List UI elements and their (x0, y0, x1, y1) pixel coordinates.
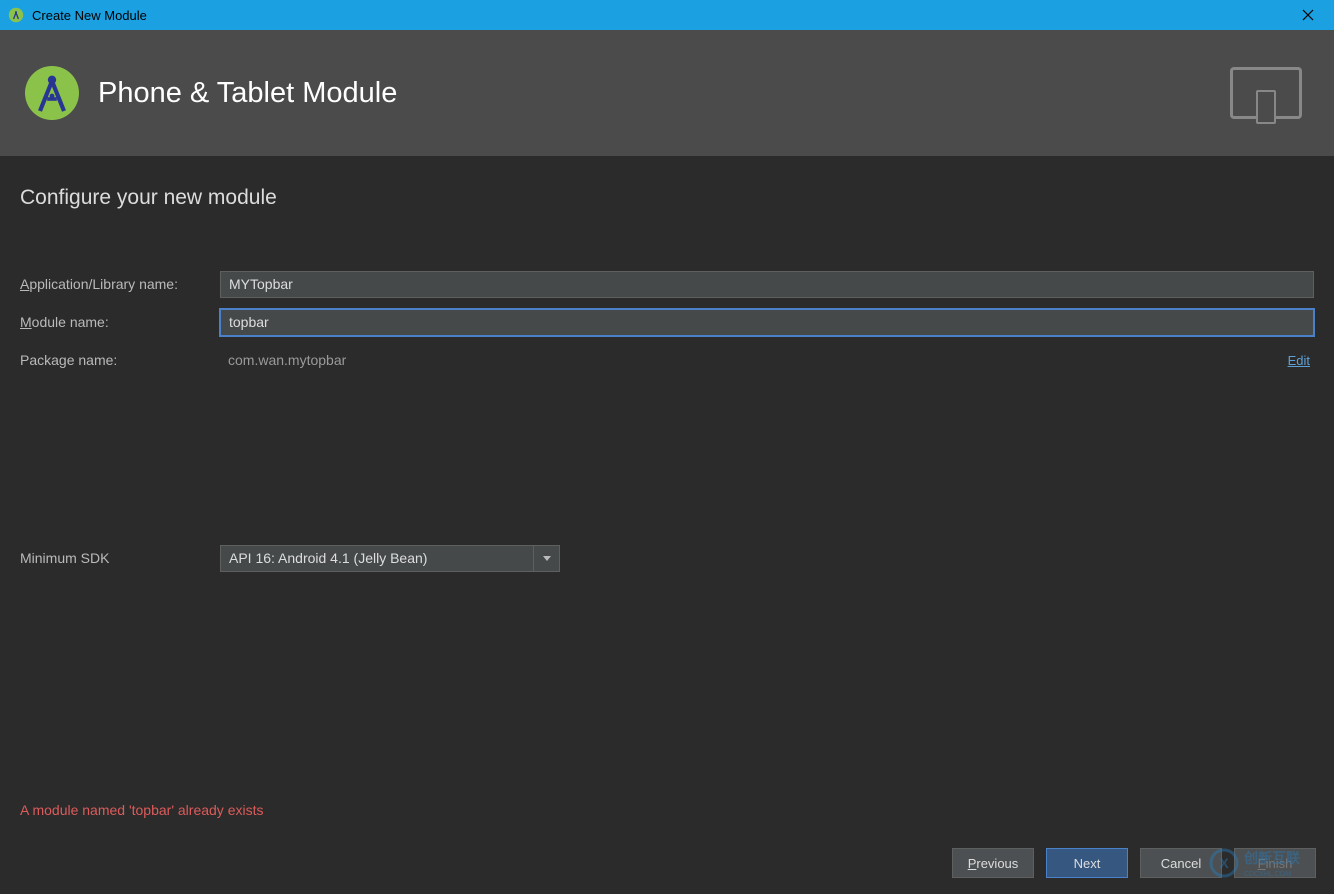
application-name-label: Application/Library name: (20, 276, 220, 292)
wizard-header: Phone & Tablet Module (0, 30, 1334, 156)
module-name-input[interactable] (220, 309, 1314, 336)
package-edit-link[interactable]: Edit (1288, 353, 1314, 368)
error-message: A module named 'topbar' already exists (20, 802, 263, 818)
close-icon (1302, 9, 1314, 21)
package-name-label: Package name: (20, 352, 220, 368)
minimum-sdk-value: API 16: Android 4.1 (Jelly Bean) (220, 545, 534, 572)
window-title: Create New Module (32, 8, 1290, 23)
window-titlebar: Create New Module (0, 0, 1334, 30)
module-name-label: Module name: (20, 314, 220, 330)
package-name-row: Package name: com.wan.mytopbar Edit (20, 344, 1314, 376)
application-name-row: Application/Library name: (20, 268, 1314, 300)
wizard-footer: Previous Next Cancel Finish (952, 848, 1316, 878)
previous-button[interactable]: Previous (952, 848, 1034, 878)
package-name-value: com.wan.mytopbar (220, 352, 1288, 368)
minimum-sdk-row: Minimum SDK API 16: Android 4.1 (Jelly B… (20, 542, 1314, 574)
tablet-phone-icon (1230, 67, 1302, 119)
cancel-button[interactable]: Cancel (1140, 848, 1222, 878)
finish-button: Finish (1234, 848, 1316, 878)
next-button[interactable]: Next (1046, 848, 1128, 878)
android-studio-icon (22, 63, 82, 123)
minimum-sdk-label: Minimum SDK (20, 550, 220, 566)
android-studio-mini-icon (8, 7, 24, 23)
application-name-input[interactable] (220, 271, 1314, 298)
module-name-row: Module name: (20, 306, 1314, 338)
minimum-sdk-dropdown-button[interactable] (534, 545, 560, 572)
chevron-down-icon (543, 556, 551, 561)
section-title: Configure your new module (20, 186, 1314, 210)
close-button[interactable] (1290, 0, 1326, 30)
wizard-title: Phone & Tablet Module (98, 77, 1230, 110)
wizard-content: Configure your new module Application/Li… (0, 156, 1334, 574)
minimum-sdk-select[interactable]: API 16: Android 4.1 (Jelly Bean) (220, 545, 560, 572)
